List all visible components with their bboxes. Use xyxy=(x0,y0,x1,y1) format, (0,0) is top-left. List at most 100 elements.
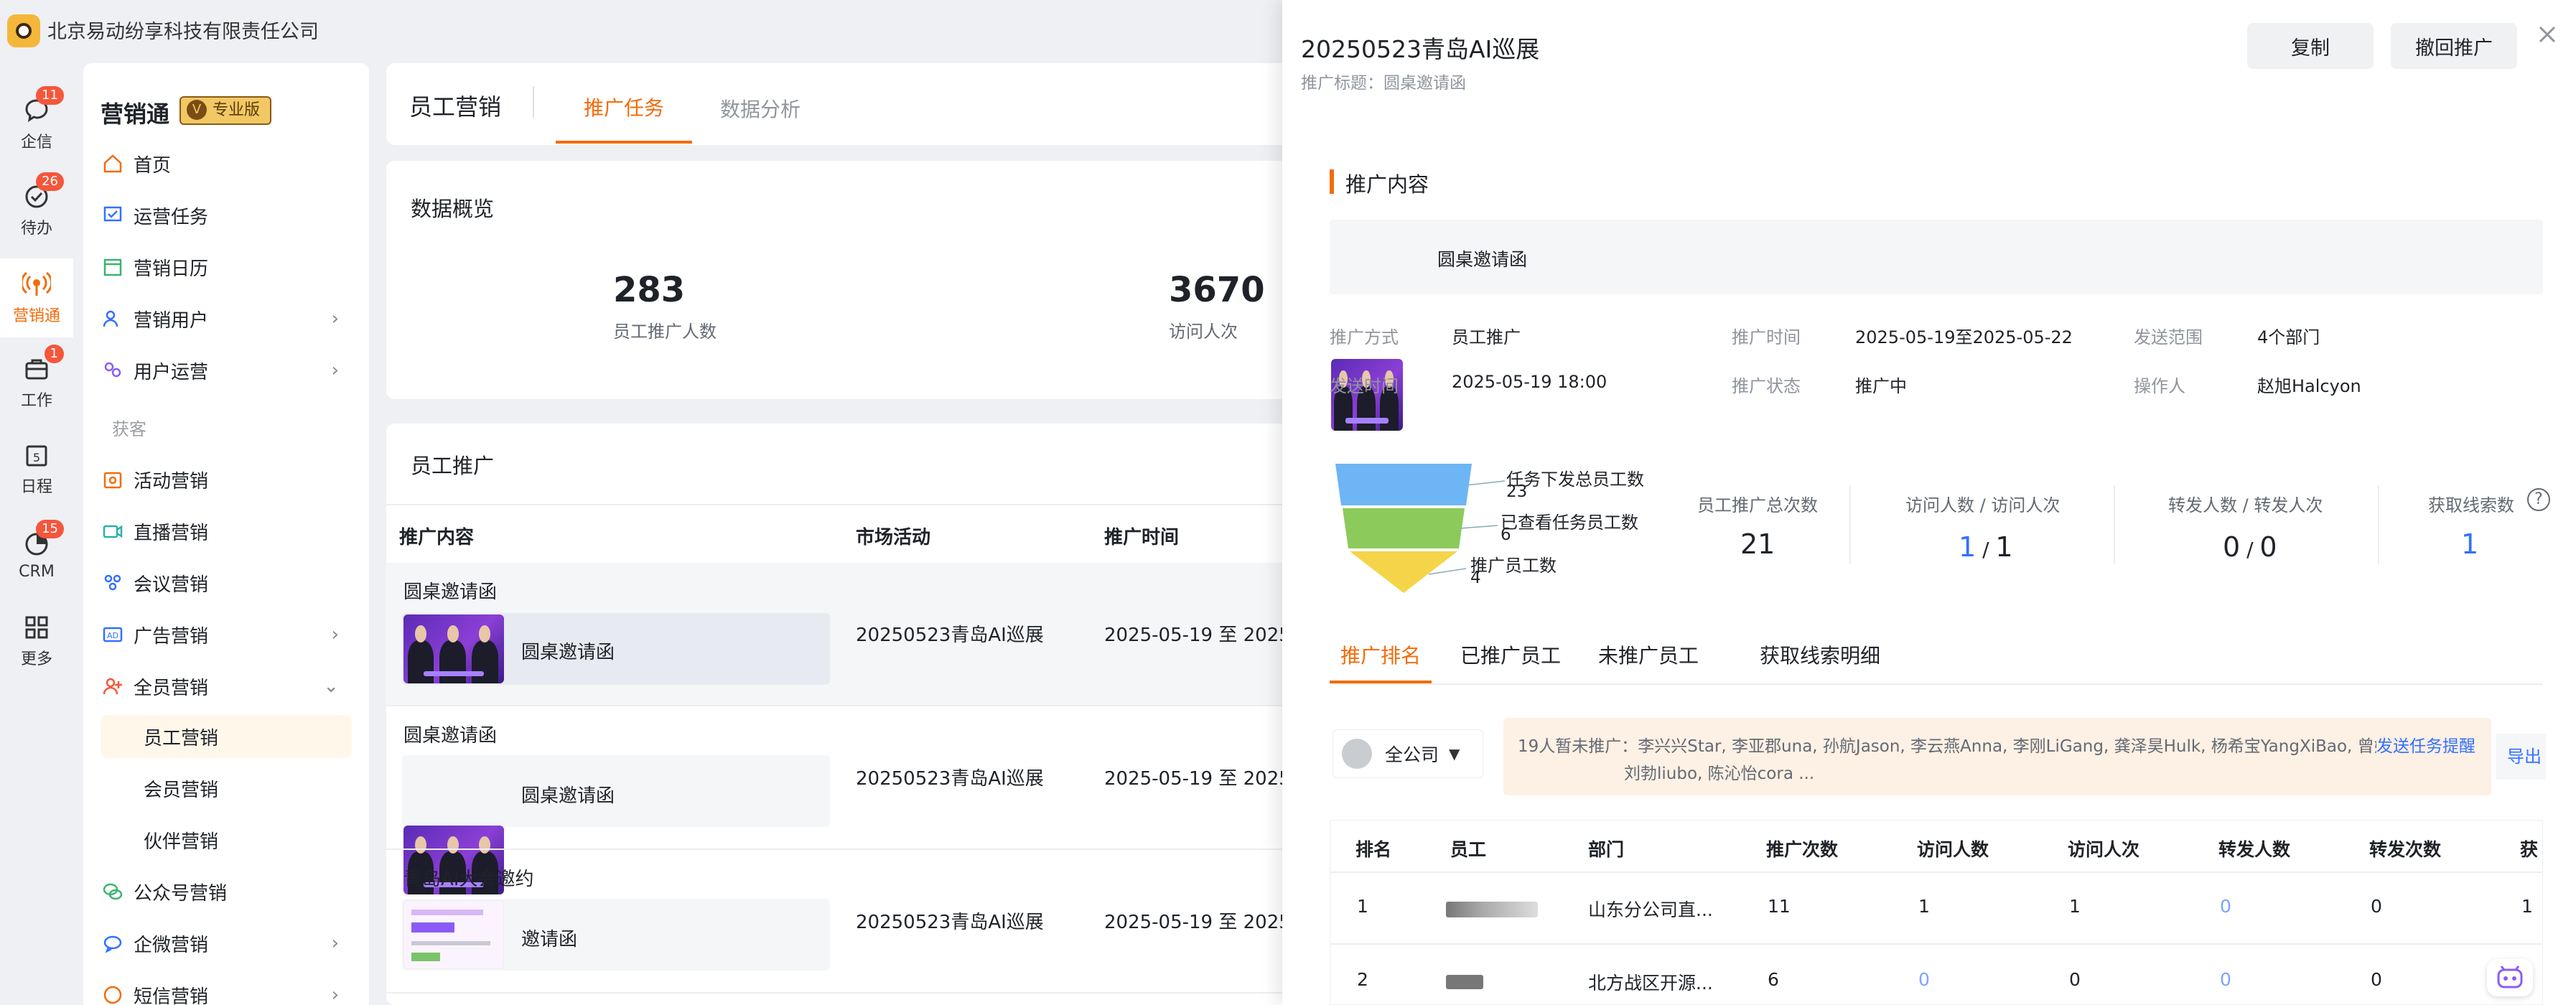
tab-promotion-ranking[interactable]: 推广排名 xyxy=(1330,637,1432,683)
close-icon[interactable] xyxy=(2534,22,2560,47)
visits-cell: 1 xyxy=(2069,896,2081,917)
column-header: 排名 xyxy=(1355,839,1392,860)
edition-badge: 专业版 xyxy=(179,96,272,125)
column-header: 推广时间 xyxy=(1104,527,1180,548)
company-name: 北京易动纷享科技有限责任公司 xyxy=(47,21,319,43)
sidebar-item-partner-marketing[interactable]: 伙伴营销 xyxy=(101,818,352,861)
rail-item-crm[interactable]: 15 CRM xyxy=(0,515,73,594)
metric-value: 21 xyxy=(1740,528,1775,560)
revoke-promotion-button[interactable]: 撤回推广 xyxy=(2391,23,2517,69)
info-label: 发送范围 xyxy=(2134,327,2203,347)
divider xyxy=(386,504,1291,505)
svg-text:AD: AD xyxy=(107,631,118,640)
visitors-link[interactable]: 1 xyxy=(1918,896,1930,917)
company-logo-icon xyxy=(7,14,40,47)
activity-link[interactable]: 20250523青岛AI巡展 xyxy=(856,907,1044,934)
forwarders-link[interactable]: 0 xyxy=(2220,969,2231,990)
stat-label: 访问人次 xyxy=(1169,322,1238,342)
tab-promotion-tasks[interactable]: 推广任务 xyxy=(556,73,692,144)
sidebar-item-ad-marketing[interactable]: AD 广告营销 › xyxy=(101,613,352,656)
rail-item-more[interactable]: 更多 xyxy=(0,602,73,681)
export-button[interactable]: 导出 xyxy=(2496,734,2546,780)
rank-cell: 1 xyxy=(1357,896,1368,917)
column-header: 市场活动 xyxy=(856,527,931,548)
activity-link[interactable]: 20250523青岛AI巡展 xyxy=(856,620,1044,647)
column-header: 访问人次 xyxy=(2068,839,2140,860)
all-staff-icon xyxy=(101,674,125,698)
svg-text:5: 5 xyxy=(33,451,40,464)
sidebar-item-label: 营销用户 xyxy=(134,309,209,332)
forwarders-link[interactable]: 0 xyxy=(2220,896,2231,917)
rail-item-messages[interactable]: 11 企信 xyxy=(0,85,73,164)
sidebar-item-all-staff-marketing[interactable]: 全员营销 ⌄ xyxy=(101,665,352,708)
stat-label: 员工推广人数 xyxy=(613,322,717,342)
chat-icon: 11 xyxy=(22,86,64,125)
divider xyxy=(1849,485,1851,564)
thumbnail-label: 圆桌邀请函 xyxy=(521,642,615,663)
sidebar-item-event-marketing[interactable]: 活动营销 xyxy=(101,458,352,501)
column-header: 转发次数 xyxy=(2369,839,2442,860)
sidebar-item-marketing-users[interactable]: 营销用户 › xyxy=(101,297,352,340)
divider xyxy=(533,86,534,118)
metric-value-link[interactable]: 1 xyxy=(2461,528,2478,560)
sidebar-item-user-ops[interactable]: 用户运营 › xyxy=(101,349,352,392)
info-value: 推广中 xyxy=(1855,376,1907,396)
column-header: 员工 xyxy=(1450,839,1487,860)
section-marker xyxy=(1330,169,1334,194)
sidebar-item-sms-marketing[interactable]: 短信营销 › xyxy=(101,973,352,1005)
sidebar-item-wechat-marketing[interactable]: 公众号营销 xyxy=(101,870,352,913)
tab-unpromoted-employees[interactable]: 未推广员工 xyxy=(1591,637,1706,683)
sidebar-item-calendar[interactable]: 营销日历 xyxy=(101,246,352,289)
broadcast-icon xyxy=(22,270,51,299)
metric-label: 获取线索数 xyxy=(2428,495,2514,515)
column-header: 推广次数 xyxy=(1766,839,1839,860)
activity-link[interactable]: 20250523青岛AI巡展 xyxy=(856,764,1044,790)
tab-promoted-employees[interactable]: 已推广员工 xyxy=(1453,637,1568,683)
copy-button[interactable]: 复制 xyxy=(2247,23,2374,69)
assistant-bot-icon[interactable] xyxy=(2487,959,2533,996)
wecom-icon xyxy=(101,931,125,955)
send-reminder-link[interactable]: 发送任务提醒 xyxy=(2376,732,2475,757)
rank-cell: 2 xyxy=(1357,969,1368,990)
metric-value-link[interactable]: 1 xyxy=(1959,531,1976,563)
dept-cell: 北方战区开源... xyxy=(1588,973,1713,994)
rail-label: 日程 xyxy=(20,478,52,496)
sidebar-item-wecom-marketing[interactable]: 企微营销 › xyxy=(101,922,352,965)
sidebar-title: 营销通 xyxy=(101,100,170,128)
rail-item-work[interactable]: 1 工作 xyxy=(0,343,73,422)
funnel-label: 推广员工数 xyxy=(1470,556,1557,576)
page-header-card xyxy=(386,63,1291,145)
work-badge: 1 xyxy=(44,345,64,363)
metric-value: 1 xyxy=(1995,531,2013,563)
sidebar-item-employee-marketing[interactable]: 员工营销 xyxy=(101,715,352,758)
scope-select[interactable]: 全公司 ▼ xyxy=(1333,729,1483,778)
sidebar-item-label: 全员营销 xyxy=(134,677,209,699)
metric-value-pair: 1 / 1 xyxy=(1959,531,2013,563)
help-icon[interactable]: ? xyxy=(2527,488,2550,511)
promos-cell: 11 xyxy=(1768,896,1791,917)
tab-lead-details[interactable]: 获取线索明细 xyxy=(1745,637,1895,683)
content-thumbnail xyxy=(403,614,504,683)
sidebar-item-home[interactable]: 首页 xyxy=(101,142,352,185)
promotion-time: 2025-05-19 至 2025-0 xyxy=(1104,768,1282,790)
leads-cell: 1 xyxy=(2521,896,2533,917)
unread-badge: 11 xyxy=(36,86,64,105)
sidebar-item-member-marketing[interactable]: 会员营销 xyxy=(101,767,352,810)
meeting-icon xyxy=(101,571,125,595)
sidebar-item-live-marketing[interactable]: 直播营销 xyxy=(101,510,352,553)
tab-data-analysis[interactable]: 数据分析 xyxy=(692,73,829,144)
metric-value: 0 xyxy=(2223,531,2241,563)
column-header: 推广内容 xyxy=(399,527,475,548)
visitors-link[interactable]: 0 xyxy=(1918,969,1930,990)
caret-down-icon: ▼ xyxy=(1449,745,1460,762)
sidebar-item-tasks[interactable]: 运营任务 xyxy=(101,194,352,237)
sidebar-item-meeting-marketing[interactable]: 会议营销 xyxy=(101,561,352,604)
content-preview[interactable] xyxy=(402,755,830,827)
rail-item-todo[interactable]: 26 待办 xyxy=(0,171,73,250)
rail-item-schedule[interactable]: 5 日程 xyxy=(0,429,73,508)
sidebar-item-label: 伙伴营销 xyxy=(144,831,219,853)
content-label: 圆桌邀请函 xyxy=(1437,249,1528,270)
sidebar-item-label: 员工营销 xyxy=(144,727,219,749)
chevron-right-icon: › xyxy=(331,932,339,954)
rail-item-marketing[interactable]: 营销通 xyxy=(0,258,73,337)
